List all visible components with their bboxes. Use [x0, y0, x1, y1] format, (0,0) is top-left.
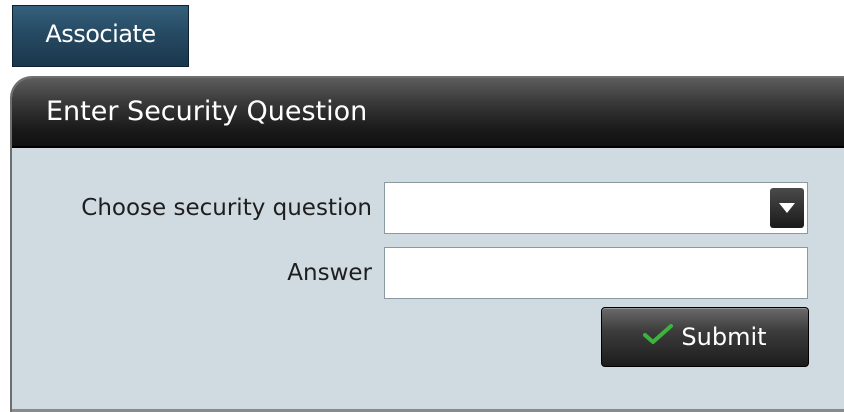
answer-input[interactable]: [384, 247, 808, 299]
security-question-panel: Enter Security Question Choose security …: [10, 76, 844, 412]
chevron-down-icon[interactable]: [770, 188, 804, 228]
associate-button[interactable]: Associate: [12, 5, 189, 67]
answer-label: Answer: [287, 260, 372, 286]
security-question-label: Choose security question: [81, 195, 372, 221]
checkmark-icon: [643, 323, 674, 351]
submit-button[interactable]: Submit: [601, 307, 809, 367]
associate-button-label: Associate: [45, 20, 156, 48]
submit-button-label: Submit: [681, 323, 767, 351]
panel-header: Enter Security Question: [12, 78, 844, 148]
panel-title: Enter Security Question: [46, 95, 368, 127]
security-question-select[interactable]: [384, 182, 808, 234]
